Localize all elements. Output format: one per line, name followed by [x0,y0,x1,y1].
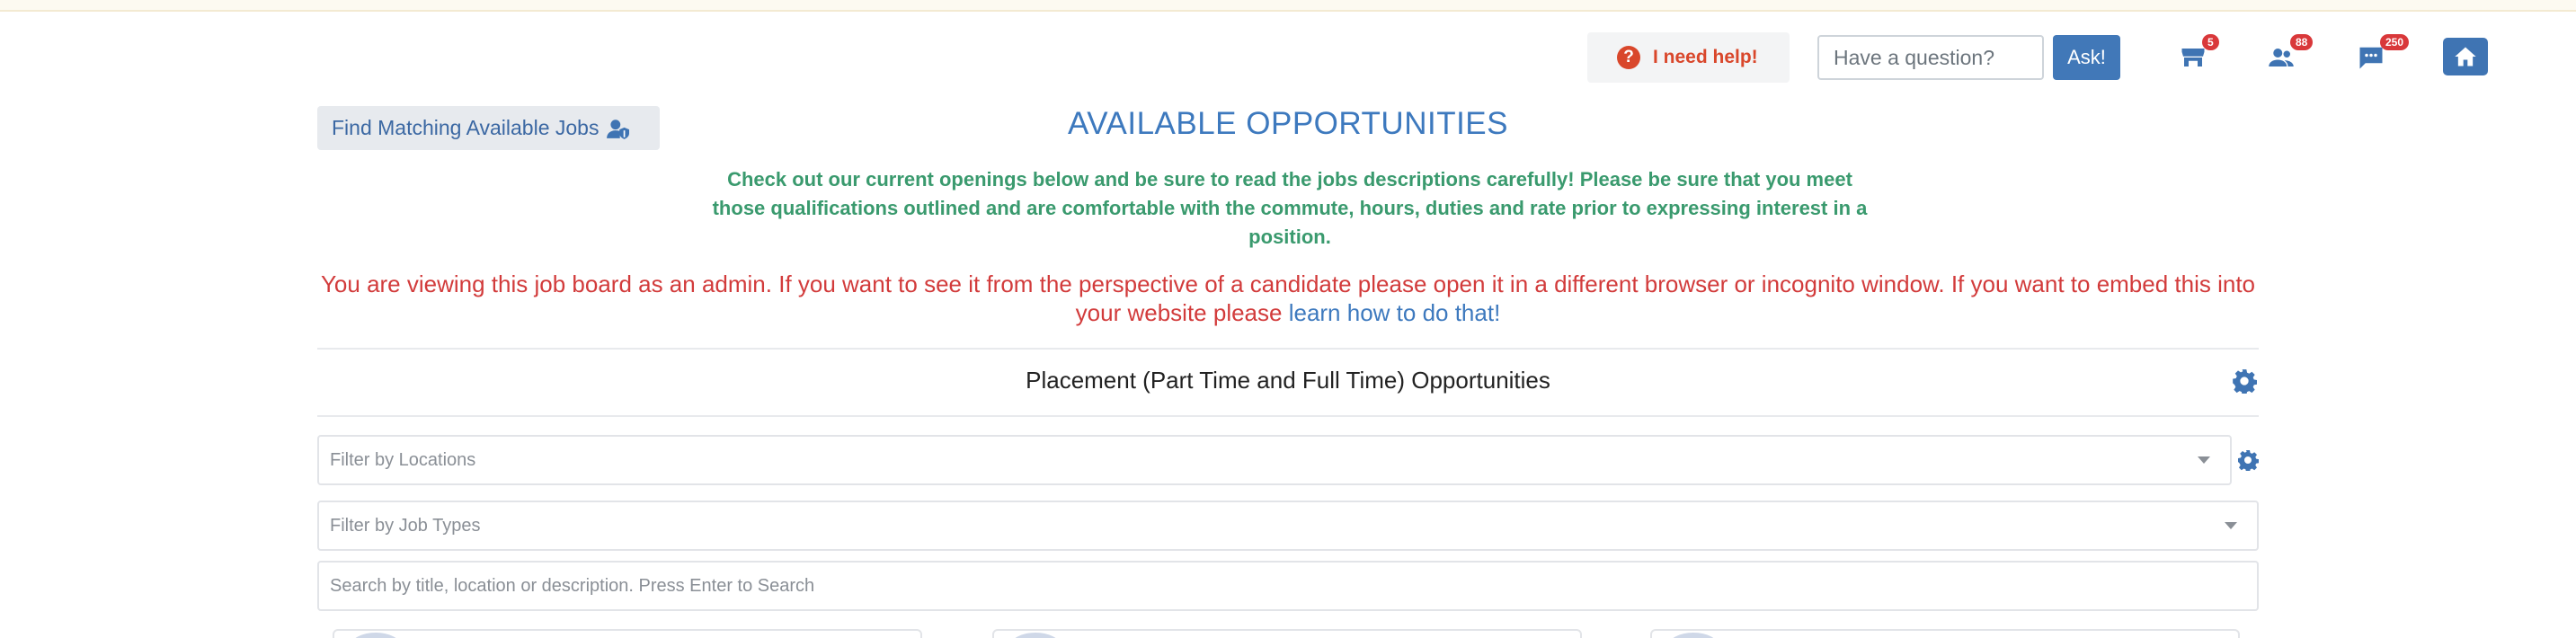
home-icon [2455,47,2476,66]
filter-locations-placeholder: Filter by Locations [330,449,476,470]
job-card-avatar [1010,633,1061,638]
store-icon [2181,49,2205,66]
home-button[interactable] [2443,38,2488,75]
job-card-avatar [1668,633,1719,638]
admin-notice: You are viewing this job board as an adm… [317,270,2259,327]
help-button[interactable]: ? I need help! [1587,32,1790,83]
question-input[interactable] [1817,35,2044,80]
intro-text: Check out our current openings below and… [712,168,1868,248]
filter-job-types-select[interactable]: Filter by Job Types [317,501,2259,551]
chevron-down-icon [2198,456,2210,464]
locations-settings-button[interactable] [2237,449,2260,473]
divider-top [317,348,2259,350]
messages-icon [2359,47,2383,69]
users-badge: 88 [2290,34,2314,50]
job-card[interactable] [1650,629,2240,638]
ask-button[interactable]: Ask! [2053,35,2120,80]
filter-locations-select[interactable]: Filter by Locations [317,435,2232,485]
gear-icon [2238,450,2260,473]
divider-bottom [317,415,2259,417]
help-label: I need help! [1653,47,1758,67]
job-search-input[interactable] [317,561,2259,611]
chevron-down-icon [2225,522,2237,529]
job-card-avatar [351,633,401,638]
section-title: Placement (Part Time and Full Time) Oppo… [1026,367,1550,394]
store-badge: 5 [2202,34,2219,50]
messages-nav-button[interactable]: 250 [2353,34,2410,75]
filter-job-types-placeholder: Filter by Job Types [330,515,481,536]
embed-help-link[interactable]: learn how to do that! [1289,299,1501,326]
job-card[interactable] [333,629,922,638]
store-nav-button[interactable]: 5 [2175,34,2219,75]
page-title: AVAILABLE OPPORTUNITIES [1068,106,1508,141]
top-notice-strip [0,0,2576,12]
users-nav-button[interactable]: 88 [2263,34,2314,75]
gear-icon [2233,369,2258,395]
messages-badge: 250 [2380,34,2410,50]
job-card[interactable] [992,629,1582,638]
section-settings-button[interactable] [2232,368,2258,395]
question-circle-icon: ? [1617,46,1640,69]
users-icon [2269,49,2294,66]
